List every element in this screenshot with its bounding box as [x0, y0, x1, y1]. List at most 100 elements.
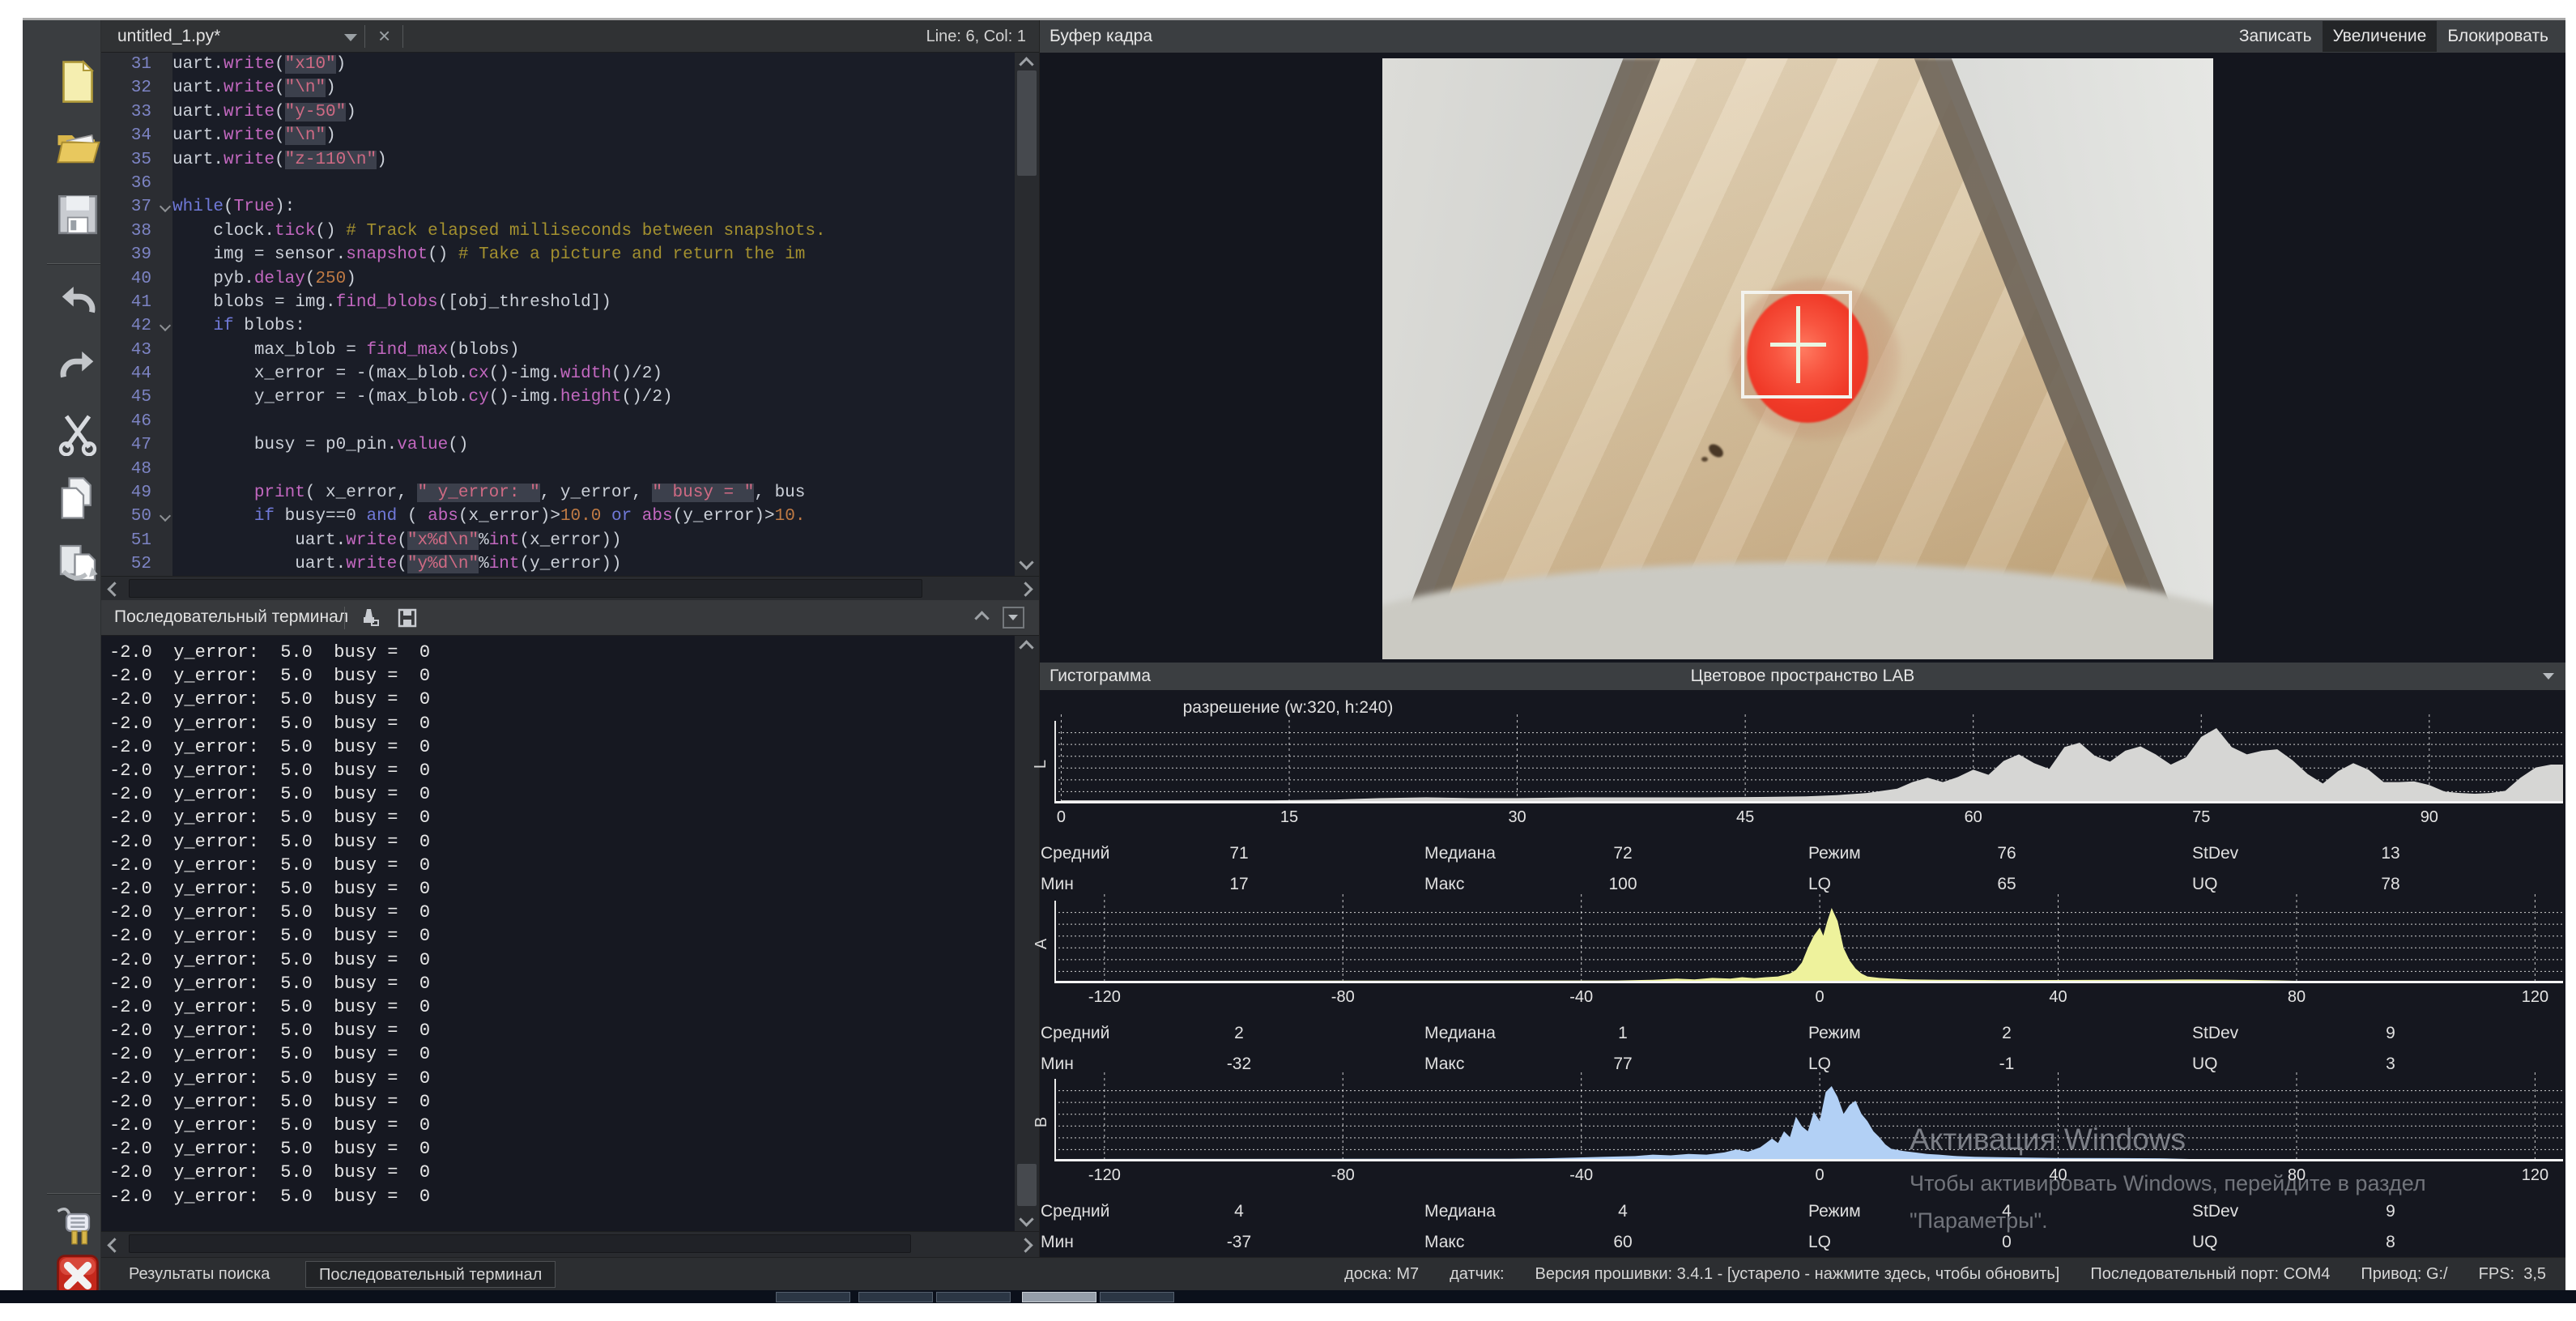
code-line[interactable]: uart.write("\n")	[172, 124, 1015, 147]
code-line[interactable]: if busy==0 and ( abs(x_error)>10.0 or ab…	[172, 505, 1015, 528]
taskbar-button[interactable]	[776, 1292, 850, 1302]
tab-search-results[interactable]: Результаты поиска	[116, 1261, 283, 1288]
panel-menu-icon[interactable]	[1003, 607, 1024, 629]
line-number[interactable]: 38	[101, 219, 172, 243]
line-number[interactable]: 31	[101, 53, 172, 76]
code-line[interactable]: uart.write("y%d\n"%int(y_error))	[172, 552, 1015, 576]
code-line[interactable]: print( x_error, " y_error: ", y_error, "…	[172, 481, 1015, 505]
fb-button-record[interactable]: Записать	[2229, 21, 2323, 52]
line-number[interactable]: 48	[101, 458, 172, 481]
code-line[interactable]: uart.write("z-110\n")	[172, 148, 1015, 172]
taskbar-button[interactable]	[1100, 1292, 1174, 1302]
editor-vscrollbar[interactable]	[1015, 53, 1039, 576]
code-line[interactable]: while(True):	[172, 195, 1015, 219]
line-number[interactable]: 49	[101, 481, 172, 505]
line-number[interactable]: 50	[101, 505, 172, 528]
terminal-line: -2.0 y_error: 5.0 busy = 0	[101, 1161, 1015, 1184]
terminal-vscroll-thumb[interactable]	[1017, 1164, 1037, 1206]
stat-label: UQ	[2192, 1055, 2218, 1074]
code-line[interactable]	[172, 410, 1015, 433]
status-items: доска: M7датчик:Версия прошивки: 3.4.1 -…	[1344, 1258, 2546, 1291]
line-number[interactable]: 39	[101, 243, 172, 266]
editor-hscroll-thumb[interactable]	[129, 579, 922, 598]
collapse-terminal-icon[interactable]	[974, 611, 989, 625]
cut-icon[interactable]	[55, 411, 100, 456]
stat-label: Режим	[1808, 1024, 1861, 1043]
open-file-icon[interactable]	[55, 124, 100, 169]
stat-label: Средний	[1041, 1024, 1109, 1043]
line-number[interactable]: 33	[101, 100, 172, 124]
save-file-icon[interactable]	[55, 192, 100, 237]
tab-close-icon[interactable]: ×	[378, 23, 390, 49]
status-item[interactable]: Версия прошивки: 3.4.1 - [устарело - наж…	[1535, 1265, 2060, 1284]
fold-marker-icon[interactable]	[160, 320, 171, 331]
code-line[interactable]	[172, 458, 1015, 481]
code-line[interactable]: uart.write("x%d\n"%int(x_error))	[172, 529, 1015, 552]
fb-button-zoom[interactable]: Увеличение	[2323, 21, 2438, 52]
axis-tick: 15	[1261, 808, 1318, 827]
editor-vscroll-thumb[interactable]	[1017, 70, 1037, 176]
code-line[interactable]: uart.write("y-50")	[172, 100, 1015, 124]
axis-tick: 80	[2268, 988, 2325, 1007]
fold-marker-icon[interactable]	[160, 510, 171, 522]
taskbar-button[interactable]	[858, 1292, 933, 1302]
editor-hscrollbar[interactable]	[101, 576, 1039, 600]
code-line[interactable]: uart.write("x10")	[172, 53, 1015, 76]
copy-icon[interactable]	[55, 475, 100, 521]
line-number[interactable]: 52	[101, 552, 172, 576]
line-number[interactable]: 43	[101, 339, 172, 362]
line-number[interactable]: 41	[101, 291, 172, 314]
terminal-hscrollbar[interactable]	[101, 1231, 1039, 1257]
terminal-vscrollbar[interactable]	[1015, 636, 1039, 1231]
line-number[interactable]: 45	[101, 386, 172, 409]
channel-label-b: B	[1033, 1117, 1051, 1127]
code-line[interactable]: uart.write("\n")	[172, 76, 1015, 100]
colorspace-dropdown-icon[interactable]	[2543, 673, 2554, 680]
tab-dropdown-icon[interactable]	[344, 34, 357, 41]
line-number[interactable]: 40	[101, 267, 172, 291]
tab-serial-terminal[interactable]: Последовательный терминал	[305, 1261, 556, 1288]
line-number[interactable]: 51	[101, 529, 172, 552]
line-number[interactable]: 42	[101, 314, 172, 338]
code-line[interactable]: img = sensor.snapshot() # Take a picture…	[172, 243, 1015, 266]
code-editor[interactable]: uart.write("x10")uart.write("\n")uart.wr…	[172, 53, 1015, 576]
line-number[interactable]: 44	[101, 362, 172, 386]
connect-icon[interactable]	[55, 1203, 100, 1248]
fold-marker-icon[interactable]	[160, 201, 171, 212]
fb-button-disable[interactable]: Блокировать	[2437, 21, 2559, 52]
line-number[interactable]: 47	[101, 433, 172, 457]
line-number[interactable]: 36	[101, 172, 172, 195]
line-number[interactable]: 34	[101, 124, 172, 147]
save-terminal-icon[interactable]	[396, 607, 419, 633]
histogram-plot-l	[1054, 721, 2563, 803]
framebuffer-title: Буфер кадра	[1050, 27, 1152, 46]
editor-tab[interactable]: untitled_1.py*	[117, 27, 220, 46]
code-line[interactable]: pyb.delay(250)	[172, 267, 1015, 291]
taskbar-button[interactable]	[936, 1292, 1011, 1302]
line-number[interactable]: 37	[101, 195, 172, 219]
taskbar-button[interactable]	[1022, 1292, 1096, 1302]
code-line[interactable]: busy = p0_pin.value()	[172, 433, 1015, 457]
line-number[interactable]: 35	[101, 148, 172, 172]
redo-icon[interactable]	[55, 346, 100, 391]
windows-taskbar	[0, 1290, 2576, 1303]
terminal-line: -2.0 y_error: 5.0 busy = 0	[101, 995, 1015, 1019]
code-line[interactable]: y_error = -(max_blob.cy()-img.height()/2…	[172, 386, 1015, 409]
code-line[interactable]: max_blob = find_max(blobs)	[172, 339, 1015, 362]
undo-icon[interactable]	[55, 281, 100, 326]
line-number[interactable]: 32	[101, 76, 172, 100]
terminal-hscroll-thumb[interactable]	[129, 1234, 911, 1253]
code-line[interactable]	[172, 172, 1015, 195]
code-line[interactable]: x_error = -(max_blob.cx()-img.width()/2)	[172, 362, 1015, 386]
serial-terminal-output[interactable]: -2.0 y_error: 5.0 busy = 0 -2.0 y_error: …	[101, 636, 1015, 1231]
new-file-icon[interactable]	[55, 59, 100, 104]
terminal-line: -2.0 y_error: 5.0 busy = 0	[101, 924, 1015, 948]
line-number[interactable]: 46	[101, 410, 172, 433]
paste-icon[interactable]	[55, 540, 100, 586]
stat-label: LQ	[1808, 875, 1831, 894]
code-line[interactable]: blobs = img.find_blobs([obj_threshold])	[172, 291, 1015, 314]
axis-tick: 90	[2401, 808, 2458, 827]
code-line[interactable]: if blobs:	[172, 314, 1015, 338]
code-line[interactable]: clock.tick() # Track elapsed millisecond…	[172, 219, 1015, 243]
clear-terminal-icon[interactable]	[359, 607, 381, 633]
